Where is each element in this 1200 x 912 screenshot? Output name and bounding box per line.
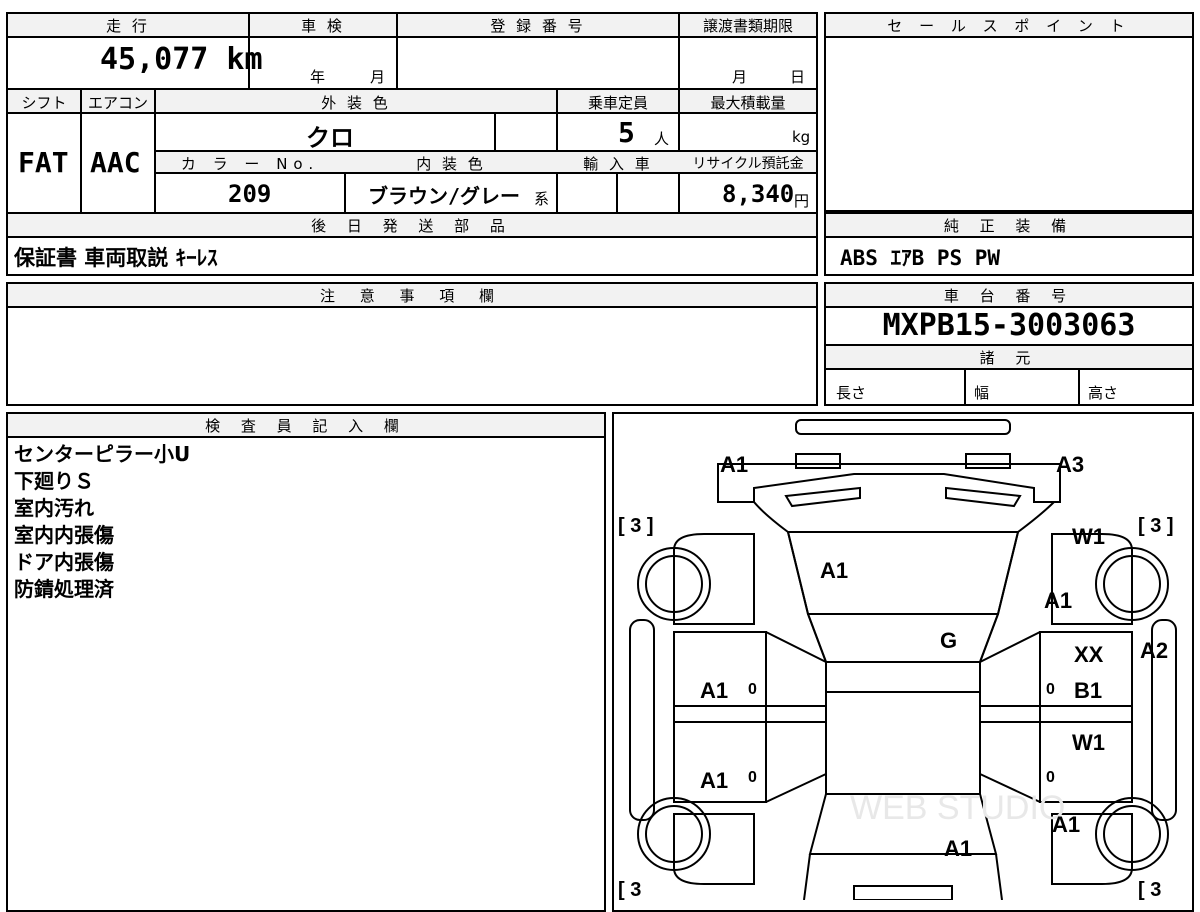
chassis-number: MXPB15-3003063 bbox=[882, 308, 1136, 343]
exterior-color-value: クロ bbox=[306, 124, 354, 152]
zero-mark: 0 bbox=[1046, 681, 1055, 698]
recycle-fee-value: 8,340 bbox=[722, 180, 795, 208]
inspector-line: 室内内張傷 bbox=[14, 523, 114, 547]
color-no-value: 209 bbox=[228, 180, 272, 208]
max-load-unit: kg bbox=[792, 128, 811, 146]
tire-mark: [ 3 ] bbox=[618, 515, 654, 537]
damage-mark: A1 bbox=[700, 768, 728, 793]
shift-label: シフト bbox=[21, 94, 67, 112]
chassis-label: 車 台 番 号 bbox=[943, 287, 1075, 305]
capacity-unit: 人 bbox=[654, 130, 670, 148]
inspection-label: 車 検 bbox=[301, 17, 345, 35]
damage-mark: A1 bbox=[720, 452, 748, 477]
damage-mark: B1 bbox=[1074, 678, 1102, 703]
tire-mark: [ 3 bbox=[1138, 879, 1161, 900]
damage-mark: A1 bbox=[820, 558, 848, 583]
inspection-year: 年 bbox=[310, 68, 326, 86]
damage-mark: A1 bbox=[1052, 812, 1080, 837]
zero-mark: 0 bbox=[748, 769, 757, 786]
tire-mark: [ 3 bbox=[618, 879, 641, 900]
max-load-label: 最大積載量 bbox=[710, 94, 786, 112]
interior-color-value: ブラウン/グレー bbox=[368, 184, 521, 208]
genuine-equipment-value: ABS ｴｱB PS PW bbox=[840, 246, 1001, 270]
inspector-line: 室内汚れ bbox=[14, 496, 94, 520]
damage-mark: A1 bbox=[944, 836, 972, 861]
mileage-label: 走 行 bbox=[106, 17, 150, 35]
recycle-label: リサイクル預託金 bbox=[692, 156, 804, 172]
sales-point-label: セ ー ル ス ポ イ ン ト bbox=[887, 17, 1131, 35]
spec-length-label: 長さ bbox=[836, 384, 867, 402]
inspector-label: 検 査 員 記 入 欄 bbox=[205, 417, 407, 435]
damage-mark: A2 bbox=[1140, 638, 1168, 663]
later-parts-value: 保証書 車両取説 ｷｰﾚｽ bbox=[14, 246, 218, 270]
ac-label: エアコン bbox=[87, 94, 148, 112]
tire-mark: [ 3 ] bbox=[1138, 515, 1174, 537]
inspector-line: ドア内張傷 bbox=[14, 550, 114, 574]
damage-mark: A3 bbox=[1056, 452, 1084, 477]
damage-mark: A1 bbox=[1044, 588, 1072, 613]
inspection-month: 月 bbox=[370, 68, 386, 86]
later-parts-label: 後 日 発 送 部 品 bbox=[311, 217, 513, 235]
registration-label: 登 録 番 号 bbox=[490, 17, 586, 35]
damage-mark: A1 bbox=[700, 678, 728, 703]
capacity-label: 乗車定員 bbox=[587, 94, 648, 112]
shift-value: FAT bbox=[18, 146, 69, 179]
recycle-unit: 円 bbox=[794, 192, 810, 210]
inspector-line: センターピラー小U bbox=[14, 442, 191, 466]
sales-point-panel bbox=[824, 12, 1194, 212]
ac-value: AAC bbox=[90, 146, 141, 179]
specs-label: 諸 元 bbox=[979, 349, 1039, 367]
import-label: 輸 入 車 bbox=[583, 155, 653, 173]
damage-mark: W1 bbox=[1072, 524, 1105, 549]
transfer-deadline-label: 譲渡書類期限 bbox=[702, 17, 793, 35]
car-diagram: WEB STUDIO A1 A3 W1 A1 A1 G XX A2 B1 A1 … bbox=[618, 419, 1177, 900]
spec-height-label: 高さ bbox=[1088, 384, 1119, 402]
exterior-color-label: 外 装 色 bbox=[321, 94, 391, 112]
watermark-text: WEB STUDIO bbox=[850, 789, 1065, 827]
transfer-day: 日 bbox=[790, 68, 806, 86]
inspector-line: 防錆処理済 bbox=[14, 577, 114, 601]
interior-color-label: 内 装 色 bbox=[416, 155, 486, 173]
spec-width-label: 幅 bbox=[974, 384, 990, 402]
genuine-equipment-label: 純 正 装 備 bbox=[943, 217, 1075, 235]
damage-mark: W1 bbox=[1072, 730, 1105, 755]
zero-mark: 0 bbox=[1046, 769, 1055, 786]
damage-mark: G bbox=[940, 628, 957, 653]
damage-mark: XX bbox=[1074, 642, 1104, 667]
transfer-month: 月 bbox=[732, 68, 748, 86]
capacity-value: 5 bbox=[618, 116, 635, 149]
notes-label: 注 意 事 項 欄 bbox=[319, 287, 505, 305]
color-no-label: カ ラ ー No. bbox=[180, 155, 320, 173]
zero-mark: 0 bbox=[748, 681, 757, 698]
inspector-line: 下廻りＳ bbox=[14, 469, 94, 493]
inspector-panel bbox=[6, 412, 606, 912]
interior-suffix: 系 bbox=[534, 190, 550, 208]
mileage-value: 45,077 km bbox=[100, 42, 263, 77]
